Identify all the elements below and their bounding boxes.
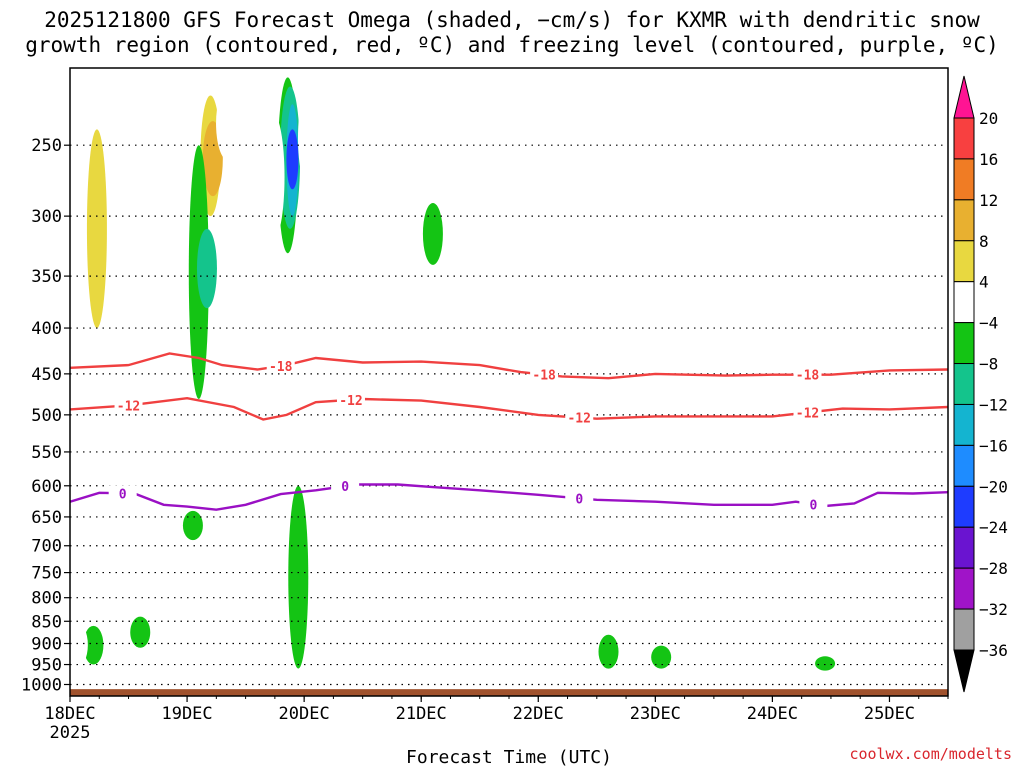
contour-label: -18 [532, 369, 556, 384]
x-axis-label: Forecast Time (UTC) [406, 747, 612, 768]
y-tick-label: 400 [31, 319, 62, 339]
y-tick-label: 700 [31, 537, 62, 557]
contour-label: -18 [269, 360, 293, 375]
terrain-fill [70, 689, 948, 696]
colorbar-top-arrow [953, 75, 975, 119]
colorbar-label: −36 [979, 641, 1008, 660]
contour-label: 0 [809, 498, 817, 513]
colorbar-cell [953, 117, 975, 160]
omega-cell [830, 253, 855, 319]
y-tick-label: 750 [31, 564, 62, 584]
omega-cell [651, 645, 672, 669]
colorbar-label: −24 [979, 518, 1008, 537]
colorbar-cell [953, 567, 975, 610]
y-tick-label: 800 [31, 589, 62, 609]
omega-cell [422, 202, 443, 265]
omega-cell [598, 634, 619, 669]
colorbar-label: −32 [979, 600, 1008, 619]
colorbar-cell [953, 240, 975, 283]
x-tick-label: 19DEC [161, 704, 212, 724]
colorbar-cell [953, 281, 975, 324]
x-tick-label: 22DEC [513, 704, 564, 724]
y-tick-label: 600 [31, 477, 62, 497]
y-tick-label: 550 [31, 443, 62, 463]
x-tick-label: 20DEC [279, 704, 330, 724]
colorbar-label: 20 [979, 109, 998, 128]
y-tick-label: 350 [31, 267, 62, 287]
colorbar-cell [953, 403, 975, 446]
contour-label: -12 [796, 407, 819, 422]
omega-cell [260, 112, 285, 242]
colorbar-cell [953, 322, 975, 365]
x-tick-label: 24DEC [747, 704, 798, 724]
omega-cell [338, 129, 363, 203]
colorbar-label: −28 [979, 559, 1008, 578]
colorbar-label: 8 [979, 232, 989, 251]
omega-cell [815, 656, 836, 671]
x-tick-sublabel: 2025 [50, 723, 91, 743]
colorbar-cell [953, 158, 975, 201]
colorbar-label: −16 [979, 436, 1008, 455]
y-tick-label: 1000 [21, 676, 62, 696]
omega-cell [526, 577, 551, 598]
terrain [70, 689, 948, 696]
omega-cell [216, 86, 241, 161]
colorbar-bottom-arrow [953, 649, 975, 693]
y-tick-label: 250 [31, 136, 62, 156]
credit-link[interactable]: coolwx.com/modelts [849, 745, 1012, 763]
colorbar-cell [953, 608, 975, 651]
x-tick-label: 21DEC [396, 704, 447, 724]
y-tick-label: 500 [31, 406, 62, 426]
omega-cell [130, 616, 151, 648]
colorbar-cell [953, 199, 975, 242]
colorbar-label: −20 [979, 477, 1008, 496]
omega-cell [286, 129, 299, 190]
colorbar-label: 4 [979, 273, 989, 292]
omega-cell [297, 86, 322, 190]
omega-cell [783, 202, 808, 242]
x-tick-label: 25DEC [864, 704, 915, 724]
contour-label: -12 [117, 399, 140, 414]
y-tick-label: 850 [31, 612, 62, 632]
y-tick-label: 650 [31, 508, 62, 528]
omega-cell [406, 145, 431, 217]
x-tick-label: 23DEC [630, 704, 681, 724]
omega-cell [70, 621, 88, 669]
contour-label: -18 [796, 369, 820, 384]
omega-chart: -18-18 -18-12 -12-12 -120 00 0 25030035040045… [21, 67, 1008, 768]
contour-label: 0 [341, 480, 349, 495]
contour-label: 0 [119, 487, 127, 502]
y-tick-label: 450 [31, 365, 62, 385]
colorbar-label: −8 [979, 355, 998, 374]
omega-cell [124, 86, 149, 203]
colorbar-label: −12 [979, 395, 1008, 414]
colorbar-cell [953, 526, 975, 569]
omega-cell [182, 510, 203, 541]
colorbar: 20 16 12 8 4 −4 −8 −12 −16 −20 −24 −28 −32 −36 [953, 75, 1008, 693]
omega-cell [573, 86, 598, 130]
contour-label: -12 [339, 394, 362, 409]
colorbar-label: 16 [979, 150, 998, 169]
omega-cell [456, 77, 481, 130]
colorbar-cell [953, 444, 975, 487]
contour-label: 0 [575, 492, 583, 507]
y-tick-label: 300 [31, 207, 62, 227]
contour-label: -12 [567, 412, 590, 427]
colorbar-cell [953, 485, 975, 528]
omega-cell [86, 129, 107, 329]
y-axis: 250 300 350 400 450 500 550 600 650 700 750 800 850 9… [21, 136, 70, 696]
omega-cell [584, 129, 609, 203]
omega-cell [288, 485, 309, 669]
colorbar-label: −4 [979, 314, 998, 333]
colorbar-cell [953, 363, 975, 405]
y-tick-label: 950 [31, 656, 62, 676]
x-axis: 18DEC2025 19DEC 20DEC 21DEC 22DEC 23DEC 24DEC 2… [44, 696, 949, 743]
x-tick-label: 18DEC [44, 704, 95, 724]
y-tick-label: 900 [31, 635, 62, 655]
omega-cell [196, 228, 217, 309]
omega-cell [930, 160, 948, 357]
colorbar-label: 12 [979, 191, 998, 210]
